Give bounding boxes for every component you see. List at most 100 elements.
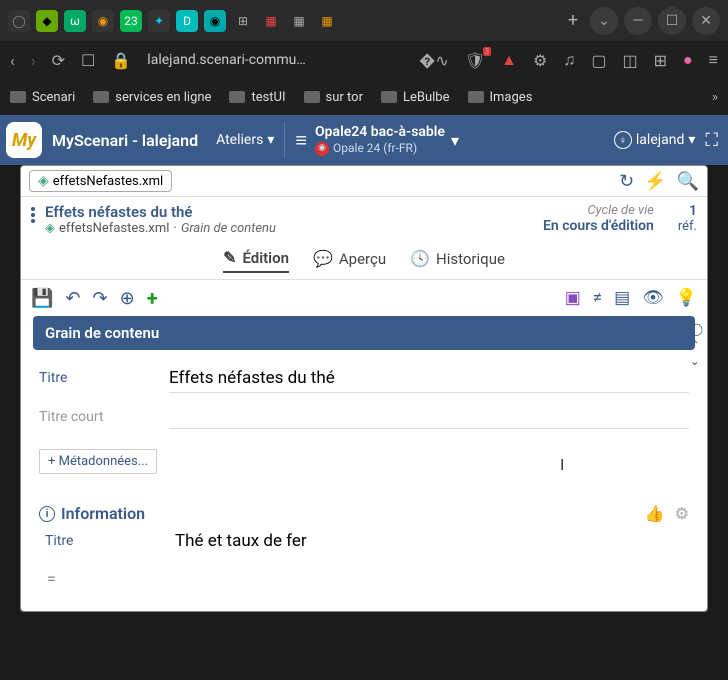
- equals-marker: =: [47, 569, 689, 588]
- scroll-indicators[interactable]: ◯ ⌃ ⌄: [690, 322, 703, 368]
- target-icon[interactable]: ⊕: [120, 288, 135, 309]
- thumb-icon[interactable]: 👍: [645, 504, 665, 523]
- app-logo[interactable]: My: [6, 122, 42, 158]
- extension-icon[interactable]: ⚙: [533, 51, 547, 70]
- forward-icon[interactable]: ›: [31, 51, 36, 70]
- user-menu[interactable]: ♀lalejand ▾: [614, 131, 695, 149]
- eye-icon[interactable]: 👁: [642, 288, 664, 308]
- purple-box-icon[interactable]: ▣: [565, 288, 581, 308]
- reload-icon[interactable]: ⟳: [52, 51, 65, 70]
- user-icon: ♀: [614, 131, 632, 149]
- bookmarks-overflow-icon[interactable]: »: [712, 90, 718, 105]
- download-icon[interactable]: ◫: [622, 51, 637, 70]
- text-cursor-icon: I: [560, 455, 564, 474]
- undo-icon[interactable]: ↶: [65, 288, 80, 309]
- tab-icon[interactable]: ▦: [288, 10, 310, 32]
- tab-icon[interactable]: ⊞: [232, 10, 254, 32]
- titre-court-input[interactable]: [169, 407, 689, 429]
- divider: [284, 122, 285, 158]
- add-icon[interactable]: +: [147, 286, 158, 310]
- field-label: Titre: [45, 531, 175, 555]
- editor-body: ◯ ⌃ ⌄ Grain de contenu Titre Effets néfa…: [21, 316, 707, 600]
- tab-icon[interactable]: ◆: [36, 10, 58, 32]
- file-type-icon: ◈: [38, 173, 49, 189]
- tab-edition[interactable]: ✎Édition: [223, 248, 289, 273]
- back-icon[interactable]: ‹: [10, 51, 15, 70]
- lock-icon: 🔒: [111, 51, 131, 70]
- pencil-icon: ✎: [223, 248, 236, 267]
- fullscreen-icon[interactable]: ⛶: [705, 130, 718, 151]
- document-info: Effets néfastes du thé ◈ effetsNefastes.…: [21, 197, 707, 242]
- circle-icon: ◯: [690, 322, 703, 336]
- share-icon[interactable]: �∿: [419, 51, 449, 70]
- bookmark-item[interactable]: sur tor: [304, 90, 363, 105]
- bookmark-item[interactable]: LeBulbe: [381, 90, 450, 105]
- field-titre: Titre Effets néfastes du thé: [33, 368, 695, 393]
- shield-icon[interactable]: 🛡3: [465, 51, 485, 70]
- bookmark-item[interactable]: services en ligne: [93, 90, 211, 105]
- chevron-down-icon: ▾: [688, 132, 695, 148]
- workspace-selector[interactable]: Opale24 bac-à-sable ◉Opale 24 (fr-FR): [315, 123, 445, 157]
- not-equal-icon[interactable]: ≠: [593, 288, 602, 308]
- app-header: My MyScenari - lalejand Ateliers ▾ ≡ Opa…: [0, 115, 728, 165]
- clock-icon: 🕓: [410, 249, 430, 268]
- section-header: Grain de contenu: [33, 316, 695, 350]
- metadata-button[interactable]: + Métadonnées...: [39, 449, 157, 474]
- field-titre-court: Titre court: [33, 407, 695, 429]
- tab-icon[interactable]: D: [176, 10, 198, 32]
- url-text[interactable]: lalejand.scenari-commu…: [147, 52, 305, 68]
- chevron-down-icon[interactable]: ▾: [451, 131, 459, 150]
- editor-toolbar: 💾 ↶ ↷ ⊕ + ▣ ≠ ▤ 👁 💡: [21, 280, 707, 316]
- workspace-badge-icon: ◉: [315, 142, 329, 156]
- profile-icon[interactable]: ●: [683, 50, 693, 70]
- menu-icon[interactable]: ≡: [709, 50, 718, 70]
- bookmark-item[interactable]: Scenari: [10, 90, 75, 105]
- drag-handle-icon[interactable]: [31, 203, 35, 236]
- file-tab-label: effetsNefastes.xml: [53, 174, 163, 189]
- field-label: Titre court: [39, 407, 169, 429]
- document-title: Effets néfastes du thé: [45, 203, 543, 221]
- document-path: ◈ effetsNefastes.xml · Grain de contenu: [45, 221, 543, 236]
- down-icon: ⌄: [690, 354, 703, 368]
- history-icon[interactable]: ↻: [619, 171, 634, 192]
- titre-input[interactable]: Effets néfastes du thé: [169, 368, 689, 393]
- bookmark-item[interactable]: testUI: [229, 90, 285, 105]
- save-icon[interactable]: 💾: [31, 288, 53, 309]
- tab-icon[interactable]: ▦: [316, 10, 338, 32]
- tab-icon[interactable]: ✦: [148, 10, 170, 32]
- chevron-down-icon: ▾: [267, 132, 274, 148]
- bookmark-icon[interactable]: ☐: [81, 51, 95, 70]
- tab-icon[interactable]: ◉: [92, 10, 114, 32]
- wallet-icon[interactable]: ▢: [591, 51, 606, 70]
- view-tabs: ✎Édition 💬Aperçu 🕓Historique: [21, 242, 707, 280]
- music-icon[interactable]: ♫: [563, 50, 575, 70]
- bolt-icon[interactable]: ⚡: [644, 171, 666, 192]
- file-type-icon: ◈: [45, 221, 55, 236]
- ateliers-dropdown[interactable]: Ateliers ▾: [216, 132, 274, 148]
- field-info-titre: Titre Thé et taux de fer: [39, 531, 689, 555]
- history-icon[interactable]: ⊞: [654, 51, 667, 70]
- file-tab[interactable]: ◈ effetsNefastes.xml: [29, 170, 172, 192]
- list-icon[interactable]: ▤: [614, 288, 630, 308]
- tab-icon[interactable]: ◯: [8, 10, 30, 32]
- window-close-icon[interactable]: ✕: [692, 7, 720, 35]
- window-minimize-icon[interactable]: —: [624, 7, 652, 35]
- tab-apercu[interactable]: 💬Aperçu: [313, 248, 386, 273]
- tab-icon[interactable]: 23: [120, 10, 142, 32]
- redo-icon[interactable]: ↷: [93, 288, 108, 309]
- tab-icon[interactable]: ω: [64, 10, 86, 32]
- window-dropdown-icon[interactable]: ⌄: [590, 7, 618, 35]
- tab-historique[interactable]: 🕓Historique: [410, 248, 505, 273]
- search-icon[interactable]: 🔍: [677, 171, 699, 192]
- bulb-icon[interactable]: 💡: [676, 288, 697, 308]
- info-section-title: Information: [61, 504, 145, 523]
- new-tab-button[interactable]: +: [562, 10, 584, 32]
- window-maximize-icon[interactable]: ☐: [658, 7, 686, 35]
- tab-icon[interactable]: ▦: [260, 10, 282, 32]
- gear-icon[interactable]: ⚙: [675, 504, 689, 523]
- hamburger-icon[interactable]: ≡: [295, 128, 307, 153]
- bookmark-item[interactable]: Images: [468, 90, 533, 105]
- tab-icon[interactable]: ◉: [204, 10, 226, 32]
- info-titre-input[interactable]: Thé et taux de fer: [175, 531, 683, 555]
- warning-icon[interactable]: ▲: [501, 50, 517, 70]
